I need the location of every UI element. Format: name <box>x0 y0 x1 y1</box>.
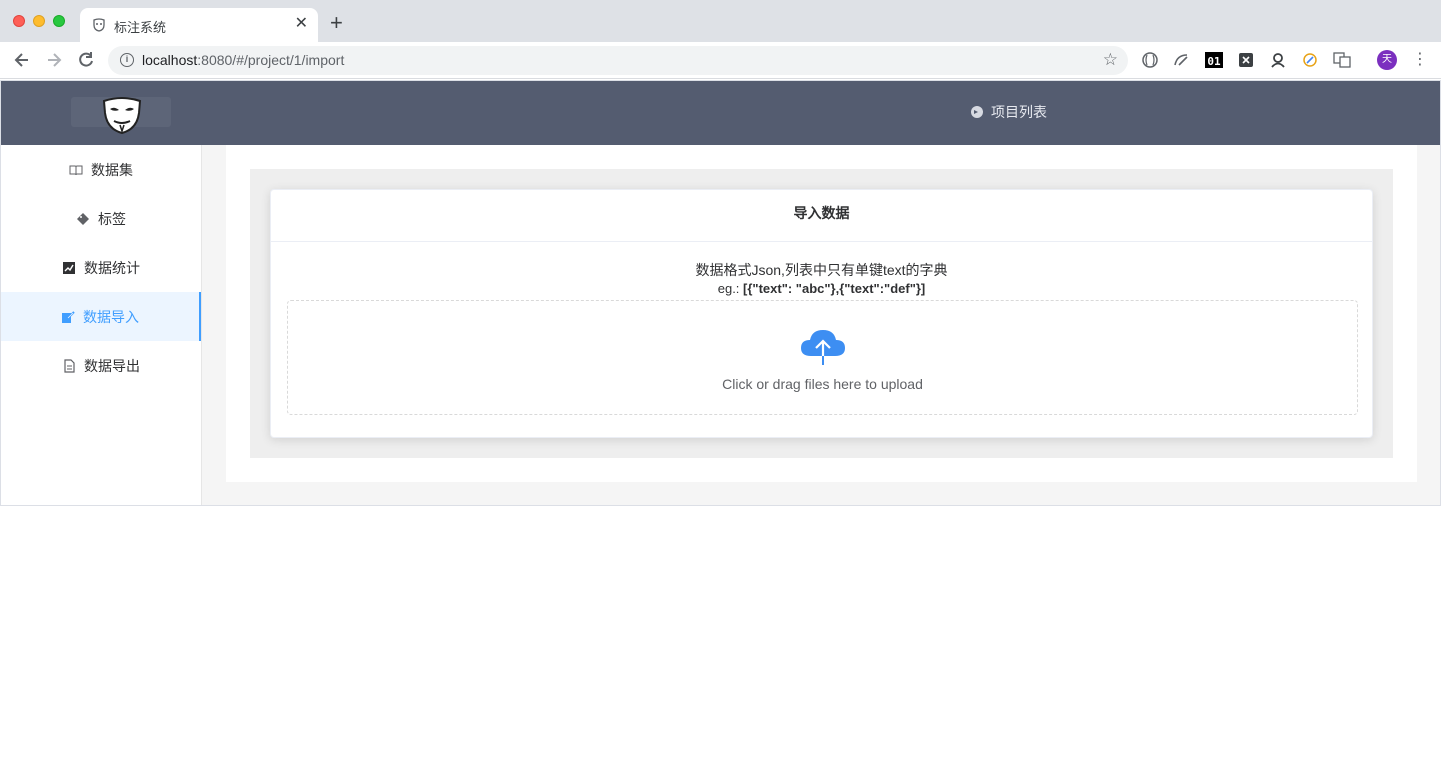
format-example: eg.: [{"text": "abc"},{"text":"def"}] <box>271 281 1372 296</box>
main-content: 导入数据 数据格式Json,列表中只有单键text的字典 eg.: [{"tex… <box>202 145 1440 505</box>
content-wrapper: 导入数据 数据格式Json,列表中只有单键text的字典 eg.: [{"tex… <box>250 169 1393 458</box>
back-arrow-icon <box>14 53 28 67</box>
tab-title: 标注系统 <box>114 20 167 35</box>
sidebar-item-export[interactable]: 数据导出 <box>1 341 201 390</box>
bookmark-star-icon[interactable]: ☆ <box>1103 50 1118 70</box>
svg-text:01: 01 <box>1207 55 1221 68</box>
compass-ext-icon[interactable] <box>1301 51 1319 69</box>
app-frame: 项目列表 数据集 标签 数据统计 数据导入 数据导出 导入数据 数据格式Json… <box>0 80 1441 506</box>
cloud-upload-icon <box>801 330 845 365</box>
chart-icon <box>63 261 75 274</box>
browser-tabstrip: 标注系统 ✕ + <box>0 0 1441 42</box>
edit-icon <box>62 310 75 323</box>
url-text[interactable]: localhost:8080/#/project/1/import <box>142 52 344 68</box>
01-ext-icon[interactable]: 01 <box>1205 51 1223 69</box>
new-tab-button[interactable]: + <box>330 12 343 34</box>
browser-toolbar: i localhost:8080/#/project/1/import ☆ 01… <box>0 42 1441 79</box>
mask-favicon-icon <box>93 18 105 32</box>
book-icon <box>69 165 83 175</box>
example-code: [{"text": "abc"},{"text":"def"}] <box>743 281 926 296</box>
example-prefix: eg.: <box>717 281 744 296</box>
project-list-link[interactable]: 项目列表 <box>971 102 1047 122</box>
r-ext-icon[interactable] <box>1269 51 1287 69</box>
back-button[interactable] <box>12 50 32 70</box>
url-host: localhost <box>142 52 198 68</box>
sidebar-item-dataset[interactable]: 数据集 <box>1 145 201 194</box>
upload-dropzone[interactable]: Click or drag files here to upload <box>287 300 1358 415</box>
sidebar-item-label: 数据集 <box>91 161 133 178</box>
sidebar-menu: 数据集 标签 数据统计 数据导入 数据导出 <box>1 145 202 505</box>
translate-ext-icon[interactable] <box>1333 51 1351 69</box>
forward-button[interactable] <box>44 50 64 70</box>
profile-avatar[interactable]: 天 <box>1377 50 1397 70</box>
card-title: 导入数据 <box>271 190 1372 242</box>
forward-arrow-icon <box>48 53 62 67</box>
tab-close-icon[interactable]: ✕ <box>295 15 308 33</box>
minimize-window-button[interactable] <box>33 15 45 27</box>
x-ext-icon[interactable] <box>1237 51 1255 69</box>
globe-ext-icon[interactable] <box>1141 51 1159 69</box>
document-icon <box>64 358 75 373</box>
mask-logo-icon <box>102 97 142 135</box>
sidebar-item-statistics[interactable]: 数据统计 <box>1 243 201 292</box>
address-bar[interactable]: i localhost:8080/#/project/1/import ☆ <box>108 46 1128 75</box>
browser-menu-icon[interactable]: ⋮ <box>1412 50 1428 70</box>
close-window-button[interactable] <box>13 15 25 27</box>
upload-instruction: Click or drag files here to upload <box>722 376 923 392</box>
import-card: 导入数据 数据格式Json,列表中只有单键text的字典 eg.: [{"tex… <box>270 189 1373 438</box>
app-header: 项目列表 <box>1 81 1440 145</box>
sidebar-item-label: 数据导出 <box>84 357 140 374</box>
sidebar-item-label: 数据导入 <box>83 308 139 325</box>
sidebar-item-import[interactable]: 数据导入 <box>1 292 201 341</box>
reload-icon <box>79 52 93 67</box>
site-info-icon[interactable]: i <box>120 53 134 67</box>
sidebar-item-label: 标签 <box>98 210 126 227</box>
url-path: :8080/#/project/1/import <box>197 52 345 68</box>
sidebar-item-labels[interactable]: 标签 <box>1 194 201 243</box>
reload-button[interactable] <box>76 50 96 70</box>
tag-icon <box>77 212 89 225</box>
arrow-circle-icon <box>971 106 983 118</box>
format-description: 数据格式Json,列表中只有单键text的字典 <box>695 262 948 278</box>
project-list-label: 项目列表 <box>991 104 1047 120</box>
speedometer-ext-icon[interactable] <box>1173 51 1191 69</box>
content-panel: 导入数据 数据格式Json,列表中只有单键text的字典 eg.: [{"tex… <box>226 145 1417 482</box>
browser-tab[interactable]: 标注系统 ✕ <box>80 8 318 42</box>
sidebar-item-label: 数据统计 <box>84 259 140 276</box>
zoom-window-button[interactable] <box>53 15 65 27</box>
